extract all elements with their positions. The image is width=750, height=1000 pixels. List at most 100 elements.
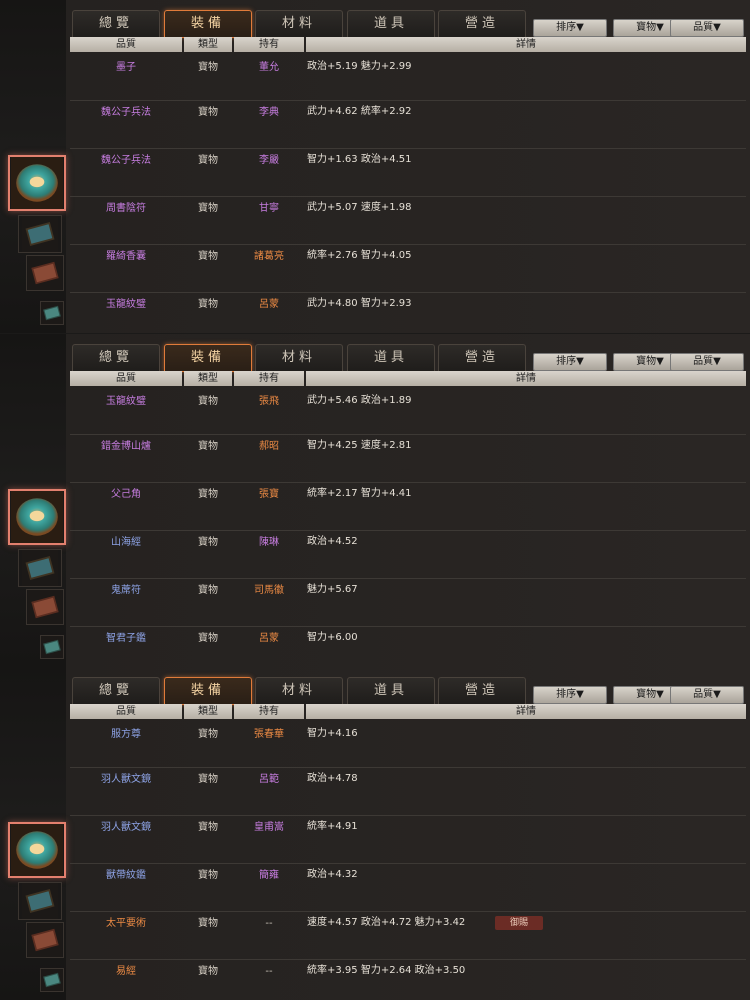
item-detail: 統率+3.95 智力+2.64 政治+3.50 — [307, 965, 466, 976]
table-row[interactable]: 羅綺香囊 寶物 諸葛亮 統率+2.76 智力+4.05 — [70, 244, 746, 293]
tab-2[interactable]: 材料 — [255, 10, 343, 37]
sort-dropdown[interactable]: 排序▼ — [533, 686, 607, 704]
book-brown-icon[interactable] — [26, 922, 64, 958]
item-detail: 政治+5.19 魅力+2.99 — [307, 61, 412, 72]
quality-dropdown[interactable]: 品質▼ — [670, 686, 744, 704]
small-jade-icon[interactable] — [40, 635, 64, 659]
item-detail: 統率+2.76 智力+4.05 — [307, 250, 412, 261]
item-detail: 統率+4.91 — [307, 821, 358, 832]
tab-1[interactable]: 裝備 — [164, 344, 252, 372]
table-row[interactable]: 羽人獸文鏡 寶物 呂範 政治+4.78 — [70, 767, 746, 816]
item-type: 寶物 — [198, 822, 218, 833]
table-row[interactable]: 錯金博山爐 寶物 郝昭 智力+4.25 速度+2.81 — [70, 434, 746, 483]
item-detail: 武力+4.62 統率+2.92 — [307, 106, 412, 117]
header-type[interactable]: 類型 — [184, 37, 232, 52]
small-jade-icon[interactable] — [40, 968, 64, 992]
table-row[interactable]: 玉龍紋璧 寶物 張飛 武力+5.46 政治+1.89 — [70, 386, 746, 435]
jade-disc-icon[interactable] — [8, 155, 66, 211]
tab-1[interactable]: 裝備 — [164, 10, 252, 38]
header-detail[interactable]: 詳情 — [306, 704, 746, 719]
item-name: 玉龍紋璧 — [106, 299, 146, 310]
item-name: 易經 — [116, 966, 136, 977]
table-row[interactable]: 服方尊 寶物 張春華 智力+4.16 — [70, 719, 746, 768]
header-type[interactable]: 類型 — [184, 704, 232, 719]
quality-dropdown[interactable]: 品質▼ — [670, 19, 744, 37]
item-owner: 陳琳 — [259, 537, 279, 548]
table-row[interactable]: 周書陰符 寶物 甘寧 武力+5.07 速度+1.98 — [70, 196, 746, 245]
item-type: 寶物 — [198, 537, 218, 548]
item-detail: 武力+5.46 政治+1.89 — [307, 395, 412, 406]
table-row[interactable]: 玉龍紋璧 寶物 呂蒙 武力+4.80 智力+2.93 — [70, 292, 746, 333]
item-type: 寶物 — [198, 62, 218, 73]
item-owner: 李典 — [259, 107, 279, 118]
tab-2[interactable]: 材料 — [255, 677, 343, 704]
header-owner[interactable]: 持有 — [234, 704, 304, 719]
item-owner: -- — [265, 918, 273, 929]
tab-3[interactable]: 道具 — [347, 677, 435, 704]
tab-0[interactable]: 總覽 — [72, 677, 160, 704]
tab-4[interactable]: 營造 — [438, 344, 526, 371]
item-name: 鬼蓆符 — [111, 585, 141, 596]
header-detail[interactable]: 詳情 — [306, 37, 746, 52]
tab-3[interactable]: 道具 — [347, 10, 435, 37]
item-owner: 司馬徽 — [254, 585, 284, 596]
item-name: 羽人獸文鏡 — [101, 822, 151, 833]
quality-dropdown[interactable]: 品質▼ — [670, 353, 744, 371]
sort-dropdown[interactable]: 排序▼ — [533, 19, 607, 37]
header-type[interactable]: 類型 — [184, 371, 232, 386]
item-name: 魏公子兵法 — [101, 155, 151, 166]
table-row[interactable]: 墨子 寶物 董允 政治+5.19 魅力+2.99 — [70, 52, 746, 101]
jade-disc-icon[interactable] — [8, 822, 66, 878]
small-jade-icon[interactable] — [40, 301, 64, 325]
item-type: 寶物 — [198, 774, 218, 785]
item-detail: 武力+5.07 速度+1.98 — [307, 202, 412, 213]
item-type: 寶物 — [198, 966, 218, 977]
header-quality[interactable]: 品質 — [70, 704, 182, 719]
tab-1[interactable]: 裝備 — [164, 677, 252, 705]
item-name: 錯金博山爐 — [101, 441, 151, 452]
item-type: 寶物 — [198, 251, 218, 262]
sort-dropdown[interactable]: 排序▼ — [533, 353, 607, 371]
tab-2[interactable]: 材料 — [255, 344, 343, 371]
table-row[interactable]: 魏公子兵法 寶物 李嚴 智力+1.63 政治+4.51 — [70, 148, 746, 197]
item-owner: 甘寧 — [259, 203, 279, 214]
book-icon[interactable] — [18, 882, 62, 920]
table-row[interactable]: 太平要術 寶物 -- 速度+4.57 政治+4.72 魅力+3.42 御賜 — [70, 911, 746, 960]
header-owner[interactable]: 持有 — [234, 371, 304, 386]
item-name: 父己角 — [111, 489, 141, 500]
item-owner: 呂蒙 — [259, 633, 279, 644]
item-owner: 董允 — [259, 62, 279, 73]
table-row[interactable]: 獸帶紋鑑 寶物 簡雍 政治+4.32 — [70, 863, 746, 912]
book-icon[interactable] — [18, 215, 62, 253]
table-row[interactable]: 山海經 寶物 陳琳 政治+4.52 — [70, 530, 746, 579]
tab-0[interactable]: 總覽 — [72, 344, 160, 371]
header-owner[interactable]: 持有 — [234, 37, 304, 52]
jade-disc-icon[interactable] — [8, 489, 66, 545]
inventory-panel: 總覽 裝備 材料 道具 營造 排序▼ 寶物▼ 品質▼ 品質 類型 持有 詳情 玉龍紋璧 寶物 張飛 武力+5.… — [0, 334, 750, 667]
item-name: 山海經 — [111, 537, 141, 548]
book-brown-icon[interactable] — [26, 589, 64, 625]
table-row[interactable]: 鬼蓆符 寶物 司馬徽 魅力+5.67 — [70, 578, 746, 627]
book-brown-icon[interactable] — [26, 255, 64, 291]
book-icon[interactable] — [18, 549, 62, 587]
header-quality[interactable]: 品質 — [70, 37, 182, 52]
item-detail: 政治+4.52 — [307, 536, 358, 547]
imperial-gift-badge: 御賜 — [495, 916, 543, 930]
table-header: 品質 類型 持有 詳情 — [70, 371, 746, 386]
item-owner: 張飛 — [259, 396, 279, 407]
table-row[interactable]: 魏公子兵法 寶物 李典 武力+4.62 統率+2.92 — [70, 100, 746, 149]
item-detail: 武力+4.80 智力+2.93 — [307, 298, 412, 309]
item-owner: 張春華 — [254, 729, 284, 740]
tab-4[interactable]: 營造 — [438, 677, 526, 704]
table-row[interactable]: 易經 寶物 -- 統率+3.95 智力+2.64 政治+3.50 — [70, 959, 746, 1000]
item-detail: 速度+4.57 政治+4.72 魅力+3.42 — [307, 917, 466, 928]
table-row[interactable]: 父己角 寶物 張寶 統率+2.17 智力+4.41 — [70, 482, 746, 531]
table-row[interactable]: 羽人獸文鏡 寶物 皇甫嵩 統率+4.91 — [70, 815, 746, 864]
tab-3[interactable]: 道具 — [347, 344, 435, 371]
tab-4[interactable]: 營造 — [438, 10, 526, 37]
table-row[interactable]: 智君子鑑 寶物 呂蒙 智力+6.00 — [70, 626, 746, 667]
item-name: 玉龍紋璧 — [106, 396, 146, 407]
header-quality[interactable]: 品質 — [70, 371, 182, 386]
header-detail[interactable]: 詳情 — [306, 371, 746, 386]
tab-0[interactable]: 總覽 — [72, 10, 160, 37]
